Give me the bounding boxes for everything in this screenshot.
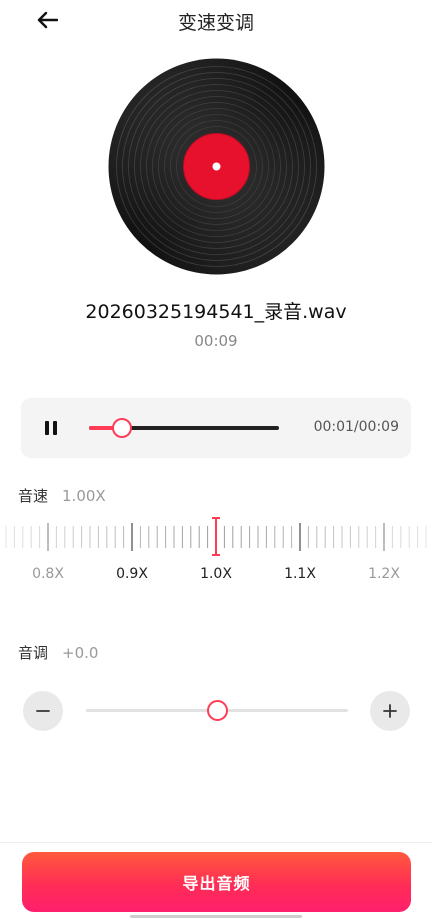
file-duration: 00:09 (194, 332, 238, 350)
pause-icon-bar (53, 421, 57, 435)
pitch-label: 音调 (18, 644, 49, 662)
speed-tick-label: 1.1X (284, 566, 316, 582)
playback-card: 00:01/00:09 (21, 398, 411, 458)
pitch-label-row: 音调 +0.0 (18, 642, 98, 663)
minus-icon (36, 710, 50, 712)
vinyl-disc-icon (108, 58, 325, 275)
speed-tick-label: 1.2X (368, 566, 400, 582)
pitch-value: +0.0 (62, 644, 99, 662)
speed-ruler-slider[interactable] (0, 516, 432, 558)
pitch-decrease-button[interactable] (23, 691, 63, 731)
playback-time: 00:01/00:09 (313, 419, 399, 435)
page-title: 变速变调 (177, 12, 254, 34)
speed-pitch-screen: 变速变调 20260325194541_录音.wav 00:09 00:01/0… (0, 0, 432, 922)
speed-label-row: 音速 1.00X (18, 485, 106, 506)
playback-progress-slider[interactable] (89, 418, 279, 438)
pitch-slider[interactable] (86, 700, 348, 721)
footer-divider (0, 842, 432, 843)
speed-tick-label: 0.9X (116, 566, 148, 582)
speed-tick-label: 0.8X (32, 566, 64, 582)
pitch-increase-button[interactable] (370, 691, 410, 731)
speed-value: 1.00X (62, 487, 106, 505)
pause-button[interactable] (41, 418, 61, 438)
pitch-slider-thumb[interactable] (207, 700, 228, 721)
pause-icon (45, 421, 49, 435)
speed-ruler-indicator[interactable] (212, 517, 220, 556)
speed-label: 音速 (18, 487, 49, 505)
speed-tick-label: 1.0X (200, 566, 232, 582)
export-audio-button[interactable]: 导出音频 (22, 852, 411, 912)
plus-icon (383, 704, 397, 718)
speed-ruler-labels: 0.8X 0.9X 1.0X 1.1X 1.2X (0, 566, 432, 586)
playback-progress-thumb[interactable] (112, 418, 133, 438)
file-name: 20260325194541_录音.wav (85, 301, 347, 323)
top-bar: 变速变调 (0, 0, 432, 42)
home-indicator (130, 915, 302, 918)
vinyl-record-image (108, 58, 325, 275)
